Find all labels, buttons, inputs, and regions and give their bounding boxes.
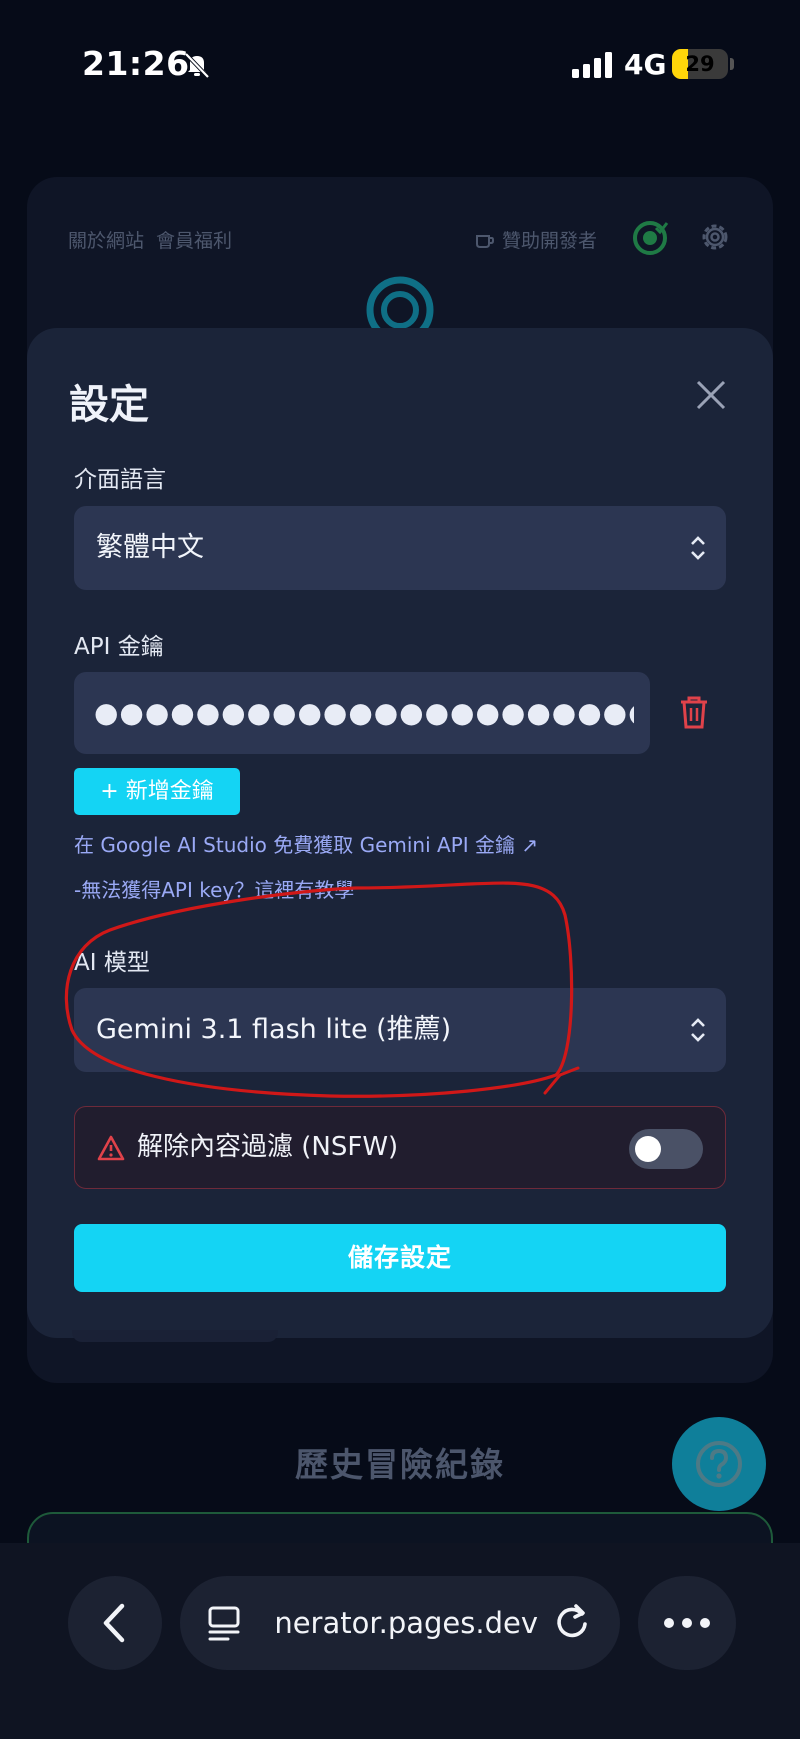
model-value: Gemini 3.1 flash lite (推薦): [96, 1014, 452, 1045]
nsfw-toggle[interactable]: [629, 1129, 703, 1169]
add-key-button[interactable]: + 新增金鑰: [74, 768, 240, 815]
chevron-updown-icon: [691, 536, 705, 560]
page-icon: [208, 1606, 240, 1641]
nav-link-about[interactable]: 關於網站: [68, 230, 144, 252]
language-value: 繁體中文: [96, 532, 204, 563]
more-dots-icon: [664, 1618, 710, 1628]
tutorial-link[interactable]: -無法獲得API key？這裡有教學: [74, 874, 354, 903]
model-select[interactable]: Gemini 3.1 flash lite (推薦): [74, 988, 726, 1072]
trash-icon[interactable]: [678, 694, 710, 730]
url-text: nerator.pages.dev: [274, 1606, 538, 1640]
signal-icon: [572, 52, 612, 78]
api-key-input[interactable]: ●●●●●●●●●●●●●●●●●●●●●●●●●●●●●●●●: [74, 672, 650, 754]
language-select[interactable]: 繁體中文: [74, 506, 726, 590]
close-icon[interactable]: [694, 378, 728, 412]
bell-off-icon: [184, 52, 210, 79]
app-logo: [366, 276, 434, 332]
warning-icon: [97, 1135, 125, 1161]
modal-title: 設定: [69, 382, 149, 428]
ai-studio-link[interactable]: 在 Google AI Studio 免費獲取 Gemini API 金鑰 ↗: [74, 829, 538, 858]
model-label: AI 模型: [74, 950, 150, 976]
chevron-updown-icon: [691, 1018, 705, 1042]
sponsor-label: 贊助開發者: [502, 230, 598, 252]
more-button[interactable]: [638, 1576, 736, 1670]
back-button[interactable]: [68, 1576, 162, 1670]
nsfw-label: 解除內容過濾 (NSFW): [137, 1132, 399, 1162]
api-key-masked-value: ●●●●●●●●●●●●●●●●●●●●●●●●●●●●●●●●: [94, 696, 634, 729]
address-bar[interactable]: nerator.pages.dev: [180, 1576, 620, 1670]
help-button[interactable]: [672, 1417, 766, 1511]
question-icon: [696, 1441, 742, 1487]
nsfw-setting: 解除內容過濾 (NSFW): [74, 1106, 726, 1189]
network-label: 4G: [624, 48, 667, 81]
language-label: 介面語言: [74, 467, 166, 493]
nav-link-membership[interactable]: 會員福利: [156, 230, 232, 252]
background-nav: 關於網站 會員福利: [68, 226, 244, 253]
status-time: 21:26: [82, 44, 190, 83]
background-button-edge: [72, 1330, 278, 1342]
toggle-knob: [635, 1136, 661, 1162]
battery-tip: [730, 58, 734, 70]
battery-indicator: 29: [672, 49, 728, 79]
status-bar: 21:26 4G 29: [0, 0, 800, 130]
battery-level: 29: [685, 52, 715, 76]
sync-status-icon[interactable]: [630, 218, 670, 258]
sponsor-link[interactable]: 贊助開發者: [474, 226, 597, 253]
save-settings-button[interactable]: 儲存設定: [74, 1224, 726, 1292]
cup-icon: [476, 234, 494, 248]
gear-icon[interactable]: [698, 220, 732, 254]
chevron-left-icon: [103, 1603, 125, 1643]
api-key-label: API 金鑰: [74, 634, 164, 660]
reload-icon[interactable]: [552, 1602, 592, 1642]
